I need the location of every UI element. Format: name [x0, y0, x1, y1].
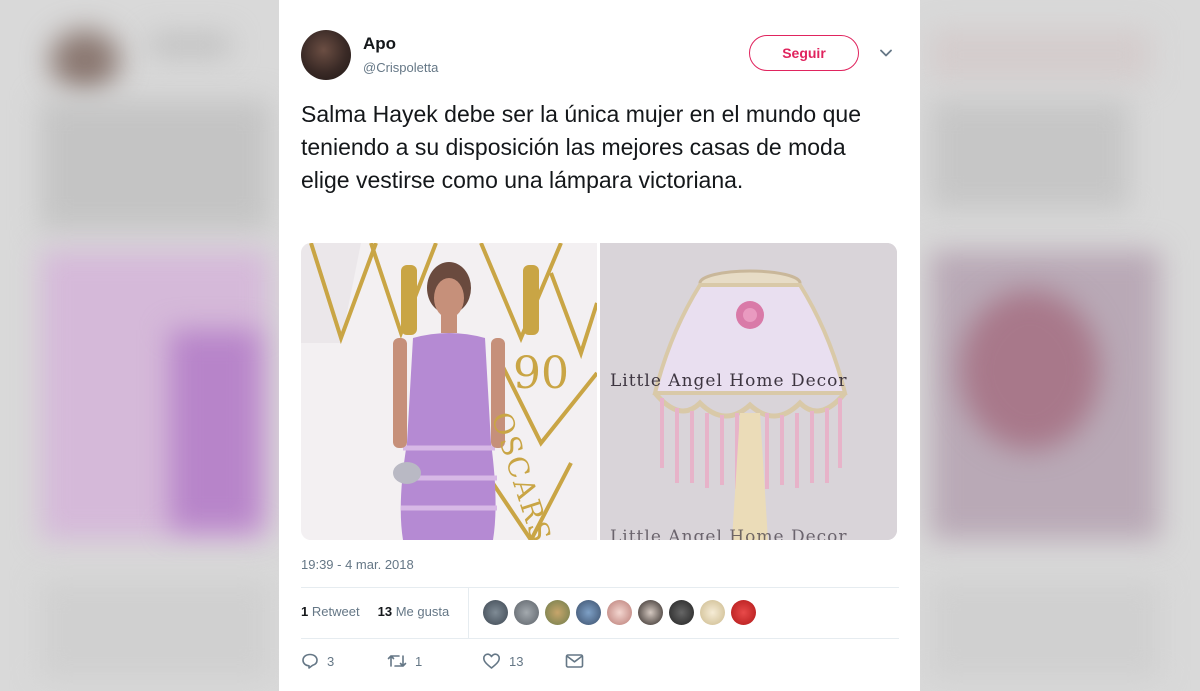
likes-stat[interactable]: 13 Me gusta [378, 604, 450, 619]
liker-avatar[interactable] [483, 600, 508, 625]
likes-count: 13 [377, 604, 393, 619]
victorian-lamp-graphic [600, 243, 897, 540]
liker-avatar[interactable] [576, 600, 601, 625]
tweet-text: Salma Hayek debe ser la única mujer en e… [301, 101, 861, 193]
retweet-action-count: 1 [415, 653, 423, 669]
stats-separator [468, 588, 469, 638]
liker-avatar[interactable] [669, 600, 694, 625]
oscars-number-text: 90 [513, 348, 569, 399]
tweet-stats: 1 Retweet 13 Me gusta [301, 604, 449, 619]
reply-count: 3 [327, 653, 335, 669]
tweet-media[interactable]: 90 OSCARS Little Angel Home Decor Little… [301, 243, 897, 540]
retweet-icon [387, 655, 407, 667]
chevron-down-icon[interactable] [879, 46, 893, 60]
liker-avatar[interactable] [514, 600, 539, 625]
media-photo-right[interactable]: Little Angel Home Decor Little Angel Hom… [600, 243, 897, 540]
retweet-count: 1 [301, 604, 309, 619]
watermark-text-bottom: Little Angel Home Decor [610, 527, 848, 540]
like-action-count: 13 [509, 653, 524, 669]
divider [301, 638, 899, 639]
divider [301, 587, 899, 588]
liker-avatar[interactable] [731, 600, 756, 625]
tweet-card: Apo @Crispoletta Seguir Salma Hayek debe… [279, 0, 920, 691]
avatar[interactable] [301, 30, 351, 80]
liker-avatars [483, 600, 756, 626]
reply-button[interactable]: 3 [301, 652, 387, 670]
watermark-text: Little Angel Home Decor [610, 371, 848, 391]
like-button[interactable]: 13 [482, 652, 565, 670]
media-photo-left[interactable]: 90 OSCARS [301, 243, 599, 540]
likes-label: Me gusta [395, 604, 450, 619]
author-name[interactable]: Apo [363, 34, 396, 54]
heart-icon [483, 653, 500, 669]
liker-avatar[interactable] [700, 600, 725, 625]
retweet-label: Retweet [311, 604, 360, 619]
follow-button[interactable]: Seguir [749, 35, 859, 71]
retweet-stat[interactable]: 1 Retweet [301, 604, 360, 619]
reply-icon [302, 653, 318, 669]
author-handle[interactable]: @Crispoletta [363, 60, 438, 75]
liker-avatar[interactable] [638, 600, 663, 625]
liker-avatar[interactable] [545, 600, 570, 625]
tweet-timestamp[interactable]: 19:39 - 4 mar. 2018 [301, 557, 414, 572]
retweet-button[interactable]: 1 [387, 652, 482, 670]
direct-message-button[interactable] [565, 653, 584, 669]
tweet-actions: 3 1 13 [301, 652, 584, 670]
message-icon [565, 654, 584, 668]
liker-avatar[interactable] [607, 600, 632, 625]
